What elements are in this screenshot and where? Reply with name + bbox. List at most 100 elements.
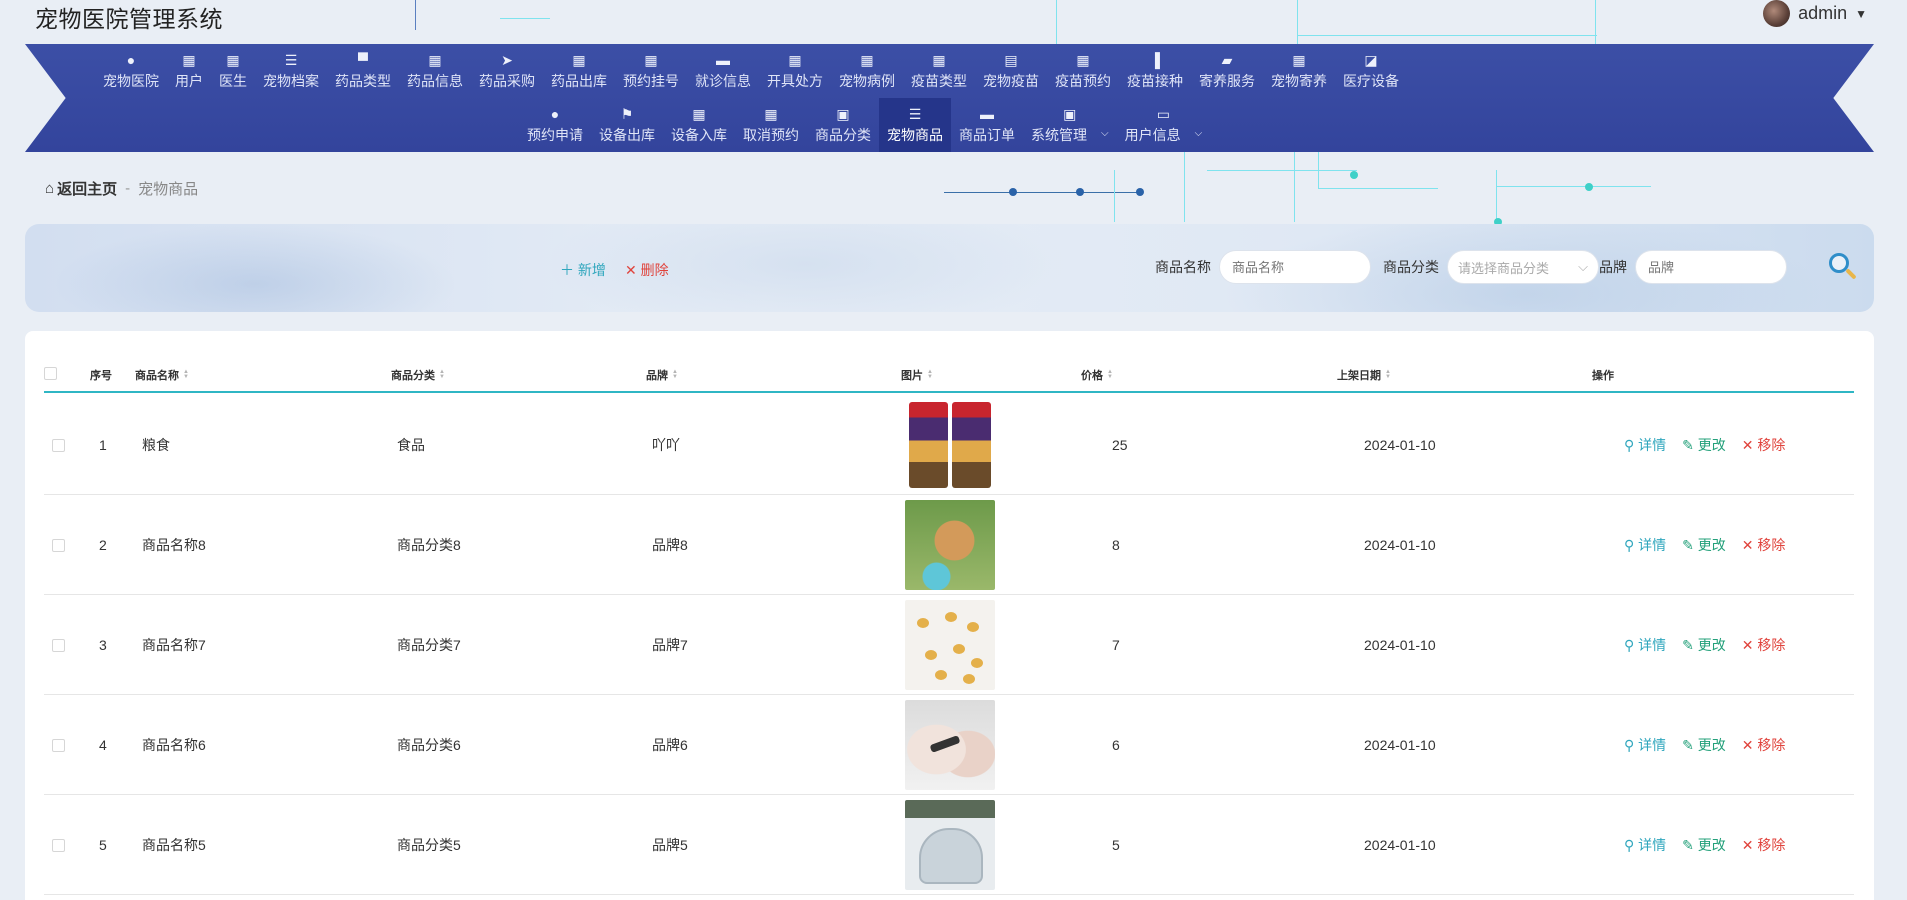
nav-item-row1-11[interactable]: ▦ 宠物病例 (831, 44, 903, 98)
user-menu[interactable]: admin ▼ (1763, 0, 1867, 27)
nav-item-row1-10[interactable]: ▦ 开具处方 (759, 44, 831, 98)
edit-button-label: 更改 (1697, 837, 1726, 853)
detail-button[interactable]: ⚲ 详情 (1624, 835, 1666, 855)
nav-item-row2-2[interactable]: ▦ 设备入库 (663, 98, 735, 152)
nav-item-row1-8[interactable]: ▦ 预约挂号 (615, 44, 687, 98)
edit-button[interactable]: ✎ 更改 (1682, 735, 1726, 755)
sort-icon: ▲ ▼ (183, 369, 189, 380)
column-header-1[interactable]: 商品名称 ▲ ▼ (135, 367, 189, 383)
nav-item-row2-3[interactable]: ▦ 取消预约 (735, 98, 807, 152)
nav-item-row1-15[interactable]: ▐ 疫苗接种 (1119, 44, 1191, 98)
search-button[interactable] (1825, 250, 1859, 284)
nav-item-row1-16[interactable]: ▰ 寄养服务 (1191, 44, 1263, 98)
nav-item-row1-3[interactable]: ☰ 宠物档案 (255, 44, 327, 98)
detail-button[interactable]: ⚲ 详情 (1624, 435, 1666, 455)
column-header-2[interactable]: 商品分类 ▲ ▼ (391, 367, 445, 383)
row-checkbox[interactable] (52, 738, 65, 752)
column-header-5[interactable]: 价格 ▲ ▼ (1081, 367, 1113, 383)
product-image[interactable] (905, 600, 995, 690)
user-icon: ● (126, 51, 136, 68)
nav-item-row1-0[interactable]: ● 宠物医院 (95, 44, 167, 98)
row-actions: ⚲ 详情 ✎ 更改 ✕ 移除 (1624, 735, 1785, 755)
illustration-spot (963, 674, 975, 684)
remove-button[interactable]: ✕ 移除 (1742, 835, 1786, 855)
nav-item-row2-4[interactable]: ▣ 商品分类 (807, 98, 879, 152)
column-header-3[interactable]: 品牌 ▲ ▼ (646, 367, 678, 383)
row-checkbox[interactable] (52, 638, 65, 652)
table-card: 序号 商品名称 ▲ ▼ 商品分类 ▲ ▼ 品牌 ▲ ▼ 图片 ▲ ▼ 价格 ▲ ▼ 上架日期 ▲ ▼ 操作 1 粮食 食品… (25, 331, 1874, 900)
search-category-label: 商品分类 (1383, 259, 1439, 275)
search-brand-input[interactable] (1635, 250, 1787, 284)
nav-item-row1-2[interactable]: ▦ 医生 (211, 44, 255, 98)
remove-icon: ✕ (1741, 637, 1758, 653)
nav-item-row2-5[interactable]: ☰ 宠物商品 (879, 98, 951, 152)
edit-button[interactable]: ✎ 更改 (1682, 535, 1726, 555)
nav-item-row1-6[interactable]: ➤ 药品采购 (471, 44, 543, 98)
search-name-input[interactable] (1219, 250, 1371, 284)
nav-item-row1-12[interactable]: ▦ 疫苗类型 (903, 44, 975, 98)
edit-button[interactable]: ✎ 更改 (1682, 435, 1726, 455)
food-bag-graphic (909, 402, 948, 488)
caret-down-icon: ▼ (1855, 6, 1867, 21)
nav-label: 药品采购 (479, 72, 535, 89)
cell-brand: 品牌5 (652, 837, 688, 853)
detail-button-label: 详情 (1638, 637, 1667, 653)
nav-item-row1-13[interactable]: ▤ 宠物疫苗 (975, 44, 1047, 98)
remove-button[interactable]: ✕ 移除 (1742, 635, 1786, 655)
cell-date: 2024-01-10 (1364, 737, 1436, 753)
nav-item-row2-7[interactable]: ▣ 系统管理 ⌵ (1023, 98, 1117, 152)
nav-label: 医疗设备 (1343, 72, 1399, 89)
cell-date: 2024-01-10 (1364, 837, 1436, 853)
product-image[interactable] (905, 400, 995, 490)
detail-icon: ⚲ (1624, 837, 1639, 853)
edit-button[interactable]: ✎ 更改 (1682, 635, 1726, 655)
edit-button[interactable]: ✎ 更改 (1682, 835, 1726, 855)
remove-button-label: 移除 (1757, 837, 1786, 853)
nav-item-row1-7[interactable]: ▦ 药品出库 (543, 44, 615, 98)
nav-item-row1-17[interactable]: ▦ 宠物寄养 (1263, 44, 1335, 98)
nav-item-row2-6[interactable]: ▬ 商品订单 (951, 98, 1023, 152)
row-select-cell (52, 495, 65, 595)
remove-button[interactable]: ✕ 移除 (1742, 535, 1786, 555)
nav-label: 宠物商品 (887, 126, 943, 143)
detail-button[interactable]: ⚲ 详情 (1624, 735, 1666, 755)
remove-button-label: 移除 (1757, 737, 1786, 753)
nav-item-row2-1[interactable]: ⚑ 设备出库 (591, 98, 663, 152)
edit-button-label: 更改 (1697, 437, 1726, 453)
search-category-select[interactable]: 请选择商品分类 ⌵ (1447, 250, 1599, 284)
column-header-6[interactable]: 上架日期 ▲ ▼ (1337, 367, 1391, 383)
nav-item-row1-14[interactable]: ▦ 疫苗预约 (1047, 44, 1119, 98)
nav-label: 药品出库 (551, 72, 607, 89)
nav-item-row1-1[interactable]: ▦ 用户 (167, 44, 211, 98)
nav-item-row2-8[interactable]: ▭ 用户信息 ⌵ (1117, 98, 1211, 152)
nav-label-wrap: 用户信息 ⌵ (1125, 123, 1203, 145)
table-row: 3 商品名称7 商品分类7 品牌7 7 2024-01-10 ⚲ 详情 ✎ 更改 ✕ 移除 (44, 595, 1854, 695)
remove-button[interactable]: ✕ 移除 (1742, 735, 1786, 755)
remove-button[interactable]: ✕ 移除 (1742, 435, 1786, 455)
row-checkbox[interactable] (52, 838, 65, 852)
column-header-label: 商品分类 (391, 370, 435, 382)
product-image[interactable] (905, 800, 995, 890)
nav-item-row1-5[interactable]: ▦ 药品信息 (399, 44, 471, 98)
detail-button[interactable]: ⚲ 详情 (1624, 635, 1666, 655)
delete-button[interactable]: ✕ 删除 (625, 260, 669, 280)
cell-price: 25 (1112, 437, 1128, 453)
nav-label: 预约申请 (527, 126, 583, 143)
product-image[interactable] (905, 700, 995, 790)
column-header-4[interactable]: 图片 ▲ ▼ (901, 367, 933, 383)
add-button[interactable]: ＋ 新增 (560, 260, 606, 280)
nav-label: 医生 (219, 72, 247, 89)
nav-item-row1-4[interactable]: ▀ 药品类型 (327, 44, 399, 98)
breadcrumb-home[interactable]: ⌂ 返回主页 (45, 178, 117, 199)
select-all-checkbox[interactable] (44, 367, 57, 380)
nav-item-row2-0[interactable]: ● 预约申请 (519, 98, 591, 152)
nav-item-row1-9[interactable]: ▬ 就诊信息 (687, 44, 759, 98)
row-checkbox[interactable] (52, 538, 65, 552)
row-actions: ⚲ 详情 ✎ 更改 ✕ 移除 (1624, 535, 1785, 555)
nav-item-row1-18[interactable]: ◪ 医疗设备 (1335, 44, 1407, 98)
nav-label-wrap: 开具处方 (767, 69, 823, 91)
product-image[interactable] (905, 500, 995, 590)
detail-button[interactable]: ⚲ 详情 (1624, 535, 1666, 555)
grid-icon: ▦ (226, 51, 240, 68)
row-checkbox[interactable] (52, 438, 65, 452)
